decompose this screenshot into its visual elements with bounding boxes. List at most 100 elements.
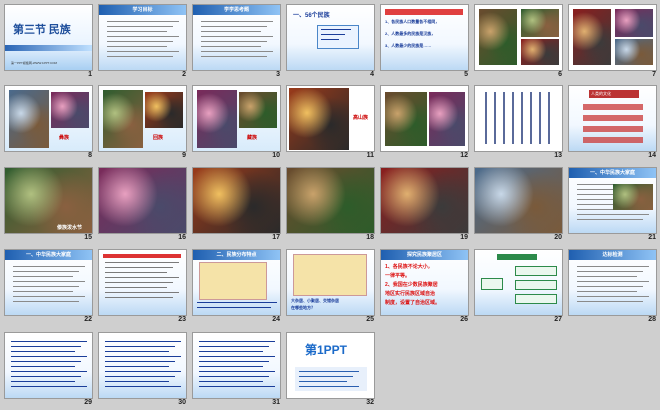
slide-thumbnail[interactable] (192, 332, 281, 399)
script-column (530, 92, 532, 144)
diagram-row (583, 115, 643, 121)
slide-title: 一、56个民族 (293, 13, 330, 19)
slide-thumbnail[interactable] (380, 85, 469, 152)
slide-cell: 大杂居、小聚居、交错杂居 在哪些地方？ 25 (284, 245, 378, 326)
slide-number: 9 (182, 152, 186, 159)
slide-number: 14 (648, 152, 656, 159)
script-column (548, 92, 550, 144)
text-line (105, 361, 175, 362)
slide-cell: 16 (96, 163, 190, 244)
slide-thumbnail[interactable]: 傣族泼水节 (4, 167, 93, 234)
slide-title: 二、民族分布特点 (216, 252, 257, 258)
slide-thumbnail[interactable]: 一、中华民族大家庭 (4, 249, 93, 316)
slide-thumbnail[interactable]: 高山族 (286, 85, 375, 152)
slide-thumbnail[interactable]: 回族 (98, 85, 187, 152)
slide-thumbnail[interactable]: 达标检测 (568, 249, 657, 316)
slide-title: 学习目标 (132, 7, 153, 13)
slide-number: 19 (460, 234, 468, 241)
script-column (521, 92, 523, 144)
slide-thumbnail[interactable]: 第三节 民族 第一PPT模板网-WWW.1PPT.COM (4, 4, 93, 71)
photo-caption: 彝族 (59, 135, 70, 141)
china-map (293, 254, 367, 296)
text-line (11, 376, 81, 377)
slide-thumbnail[interactable]: 学习目标 (98, 4, 187, 71)
slide-thumbnail[interactable] (474, 4, 563, 71)
text-line (13, 296, 85, 297)
slide-thumbnail[interactable]: 彝族 (4, 85, 93, 152)
slide-thumbnail[interactable] (380, 167, 469, 234)
photo (239, 92, 277, 128)
slide-cell: 一、56个民族 4 (284, 0, 378, 81)
slide-number: 10 (272, 152, 280, 159)
slide-thumbnail[interactable]: 人类的文化 (568, 85, 657, 152)
slide-thumbnail[interactable]: 1、各民族人口数量各不相同， 2、人数最多的民族是汉族， 3、人数最少的民族是…… (380, 4, 469, 71)
slide-number: 3 (276, 71, 280, 78)
slide-cell: 第三节 民族 第一PPT模板网-WWW.1PPT.COM 1 (2, 0, 96, 81)
slide-thumbnail[interactable]: 一、中华民族大家庭 (568, 167, 657, 234)
text-line (105, 376, 175, 377)
text-line (577, 281, 649, 282)
slide-thumbnail[interactable]: 第1PPT (286, 332, 375, 399)
text-line (105, 351, 169, 352)
slide-thumbnail[interactable]: 一、56个民族 (286, 4, 375, 71)
text-line (577, 291, 637, 292)
slide-number: 6 (558, 71, 562, 78)
text-line (105, 366, 169, 367)
slide-number: 24 (272, 316, 280, 323)
text-line: 2、我国在少数民族聚居 (385, 282, 438, 288)
slide-thumbnail[interactable]: 探究民族聚居区 1、各民族不论大小， 一律平等。 2、我国在少数民族聚居 地区实行民族区… (380, 249, 469, 316)
slide-cell: 一、中华民族大家庭 21 (566, 163, 660, 244)
slide-number: 25 (366, 316, 374, 323)
slide-number: 11 (366, 152, 374, 159)
slide-thumbnail[interactable]: 二、民族分布特点 (192, 249, 281, 316)
text-line (107, 56, 173, 57)
text-line (105, 282, 173, 283)
photo (429, 92, 465, 146)
slide-thumbnail[interactable] (474, 249, 563, 316)
slide-thumbnail[interactable] (474, 167, 563, 234)
slide-thumbnail[interactable]: 学学思考题 (192, 4, 281, 71)
slide-cell: 傣族泼水节 15 (2, 163, 96, 244)
text-line (105, 272, 167, 273)
slide-cell: 20 (472, 163, 566, 244)
slide-cell: 18 (284, 163, 378, 244)
slide-thumbnail[interactable] (98, 332, 187, 399)
slide-cell: 学学思考题 3 (190, 0, 284, 81)
text-line (299, 376, 353, 377)
text-line (13, 301, 79, 302)
text-line (105, 267, 173, 268)
slide-title: 一、中华民族大家庭 (25, 252, 71, 258)
slide-cell: 30 (96, 328, 190, 409)
slide-thumbnail[interactable] (98, 249, 187, 316)
photo-caption: 回族 (153, 135, 164, 141)
slide-thumbnail[interactable] (192, 167, 281, 234)
slide-thumbnail[interactable]: 大杂居、小聚居、交错杂居 在哪些地方？ (286, 249, 375, 316)
slide-cell: 彝族 8 (2, 81, 96, 162)
slide-thumbnail[interactable] (286, 167, 375, 234)
photo-caption: 傣族泼水节 (57, 225, 83, 231)
script-column (512, 92, 514, 144)
slide-thumbnail[interactable]: 藏族 (192, 85, 281, 152)
photo (103, 90, 143, 148)
slide-cell: 7 (566, 0, 660, 81)
text-line (577, 296, 649, 297)
slide-cell: 23 (96, 245, 190, 326)
slide-cell: 27 (472, 245, 566, 326)
text-line: 大杂居、小聚居、交错杂居 (291, 298, 339, 303)
photo (615, 9, 653, 37)
slide-thumbnail[interactable] (474, 85, 563, 152)
photo (51, 92, 89, 128)
text-line: 在哪些地方？ (291, 305, 315, 310)
slide-cell: 12 (378, 81, 472, 162)
script-column (503, 92, 505, 144)
text-line (13, 286, 79, 287)
text-line (107, 26, 173, 27)
text-line (105, 292, 179, 293)
slide-thumbnail[interactable] (4, 332, 93, 399)
slide-cell: 学习目标 2 (96, 0, 190, 81)
slide-thumbnail[interactable] (568, 4, 657, 71)
slide-thumbnail[interactable] (98, 167, 187, 234)
text-line (577, 214, 649, 215)
red-heading (103, 254, 181, 258)
photo (99, 168, 186, 233)
